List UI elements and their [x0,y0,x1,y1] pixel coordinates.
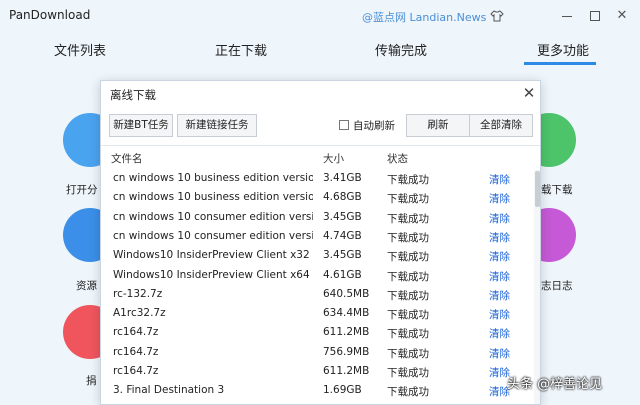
refresh-button[interactable]: 刷新 [406,114,470,137]
maximize-button[interactable] [585,6,605,26]
table-row[interactable]: Windows10 InsiderPreview Client x64 z 4.6… [101,267,534,286]
tab-downloading[interactable]: 正在下载 [215,40,267,59]
clear-task-link[interactable]: 清除 [489,172,510,187]
column-header-name[interactable]: 文件名 [111,151,143,166]
file-name: rc164.7z [113,326,159,339]
active-tab-indicator [524,62,596,65]
watermark-bottom: 头条 @梓善论见 [507,377,603,392]
table-header: 文件名 大小 状态 [101,148,540,168]
table-row[interactable]: cn windows 10 consumer edition versi 4.74… [101,228,534,247]
task-status: 下载成功 [387,289,429,302]
file-size: 3.41GB [323,172,362,184]
dialog-toolbar: 新建BT任务 新建链接任务 自动刷新 刷新 全部清除 [101,111,540,141]
dialog-title: 离线下载 [110,88,156,102]
tab-file-list[interactable]: 文件列表 [54,40,106,59]
task-status: 下载成功 [387,386,429,399]
clear-task-link[interactable]: 清除 [489,326,510,341]
log-label: 志日志 [541,280,573,292]
task-status: 下载成功 [387,347,429,360]
title-bar: PanDownload @蓝点网 Landian.News ✕ [0,0,640,32]
task-status: 下载成功 [387,251,429,264]
task-list: cn windows 10 business edition versio 3.4… [101,170,534,405]
table-row[interactable]: rc164.7z 756.9MB 下载成功 清除 [101,344,534,363]
offline-download-dialog: 离线下载 ✕ 新建BT任务 新建链接任务 自动刷新 刷新 全部清除 文件名 大小… [100,80,541,405]
donate-label: 捐 [86,375,97,387]
clear-task-link[interactable]: 清除 [489,211,510,226]
dialog-close-icon[interactable]: ✕ [521,84,537,102]
task-status: 下载成功 [387,309,429,322]
file-name: 3. Final Destination 3 [113,384,225,397]
dialog-header: 离线下载 ✕ [101,81,540,107]
file-size: 611.2MB [323,326,370,339]
table-row[interactable]: rc-132.7z 640.5MB 下载成功 清除 [101,286,534,305]
file-size: 611.2MB [323,365,370,377]
task-status: 下载成功 [387,212,429,225]
file-name: cn windows 10 business edition versio [113,172,313,184]
file-size: 4.68GB [323,191,362,204]
task-status: 下载成功 [387,328,429,341]
scrollbar-thumb[interactable] [535,171,540,207]
file-size: 640.5MB [323,287,370,300]
file-name: rc164.7z [113,365,159,377]
close-window-button[interactable]: ✕ [612,6,632,26]
file-name: rc-132.7z [113,287,163,300]
auto-refresh-label[interactable]: 自动刷新 [353,118,395,133]
table-row[interactable]: rc164.7z 611.2MB 下载成功 清除 [101,363,534,382]
clear-task-link[interactable]: 清除 [489,230,510,245]
clear-task-link[interactable]: 清除 [489,191,510,206]
table-row[interactable]: cn windows 10 business edition versio 4.6… [101,189,534,208]
file-name: A1rc32.7z [113,307,166,320]
tab-more-features[interactable]: 更多功能 [537,40,589,59]
new-link-task-button[interactable]: 新建链接任务 [177,114,257,137]
task-status: 下载成功 [387,231,429,244]
table-row[interactable]: rc164.7z 611.2MB 下载成功 清除 [101,324,534,343]
download-feature-label: 载下载 [541,184,573,196]
table-row[interactable]: 3. Final Destination 3 1.69GB 下载成功 清除 [101,382,534,401]
task-status: 下载成功 [387,367,429,379]
clear-task-link[interactable]: 清除 [489,249,510,264]
task-status: 下载成功 [387,174,429,186]
file-size: 756.9MB [323,345,370,358]
new-bt-task-button[interactable]: 新建BT任务 [109,114,173,137]
file-size: 4.74GB [323,229,362,242]
file-size: 4.61GB [323,268,362,281]
auto-refresh-checkbox[interactable] [339,120,349,130]
file-name: cn windows 10 business edition versio [113,191,313,204]
minimize-button[interactable] [557,6,577,26]
file-size: 634.4MB [323,307,370,320]
column-header-status[interactable]: 状态 [387,151,408,166]
file-name: Windows10 InsiderPreview Client x32 z [113,249,313,262]
resource-label: 资源 [76,280,97,292]
file-name: Windows10 InsiderPreview Client x64 z [113,268,313,281]
file-name: cn windows 10 consumer edition versi [113,229,313,242]
tab-completed[interactable]: 传输完成 [375,40,427,59]
task-status: 下载成功 [387,193,429,206]
clear-task-link[interactable]: 清除 [489,269,510,284]
file-size: 3.45GB [323,249,362,262]
clear-all-button[interactable]: 全部清除 [469,114,533,137]
app-title: PanDownload [9,8,91,22]
table-row[interactable]: cn windows 10 business edition versio 3.4… [101,170,534,189]
table-row[interactable]: Windows10 InsiderPreview Client x32 z 3.4… [101,247,534,266]
table-row[interactable]: A1rc32.7z 634.4MB 下载成功 清除 [101,305,534,324]
watermark-top: @蓝点网 Landian.News [362,11,487,24]
clear-task-link[interactable]: 清除 [489,307,510,322]
clear-task-link[interactable]: 清除 [489,288,510,303]
task-status: 下载成功 [387,270,429,283]
file-name: cn windows 10 consumer edition versi [113,210,313,223]
file-size: 3.45GB [323,210,362,223]
skin-icon[interactable] [487,6,507,26]
divider [101,145,540,146]
table-row[interactable]: cn windows 10 consumer edition versi 3.45… [101,209,534,228]
clear-task-link[interactable]: 清除 [489,346,510,361]
file-size: 1.69GB [323,384,362,397]
column-header-size[interactable]: 大小 [323,151,344,166]
open-share-label: 打开分 [66,184,98,196]
file-name: rc164.7z [113,345,159,358]
